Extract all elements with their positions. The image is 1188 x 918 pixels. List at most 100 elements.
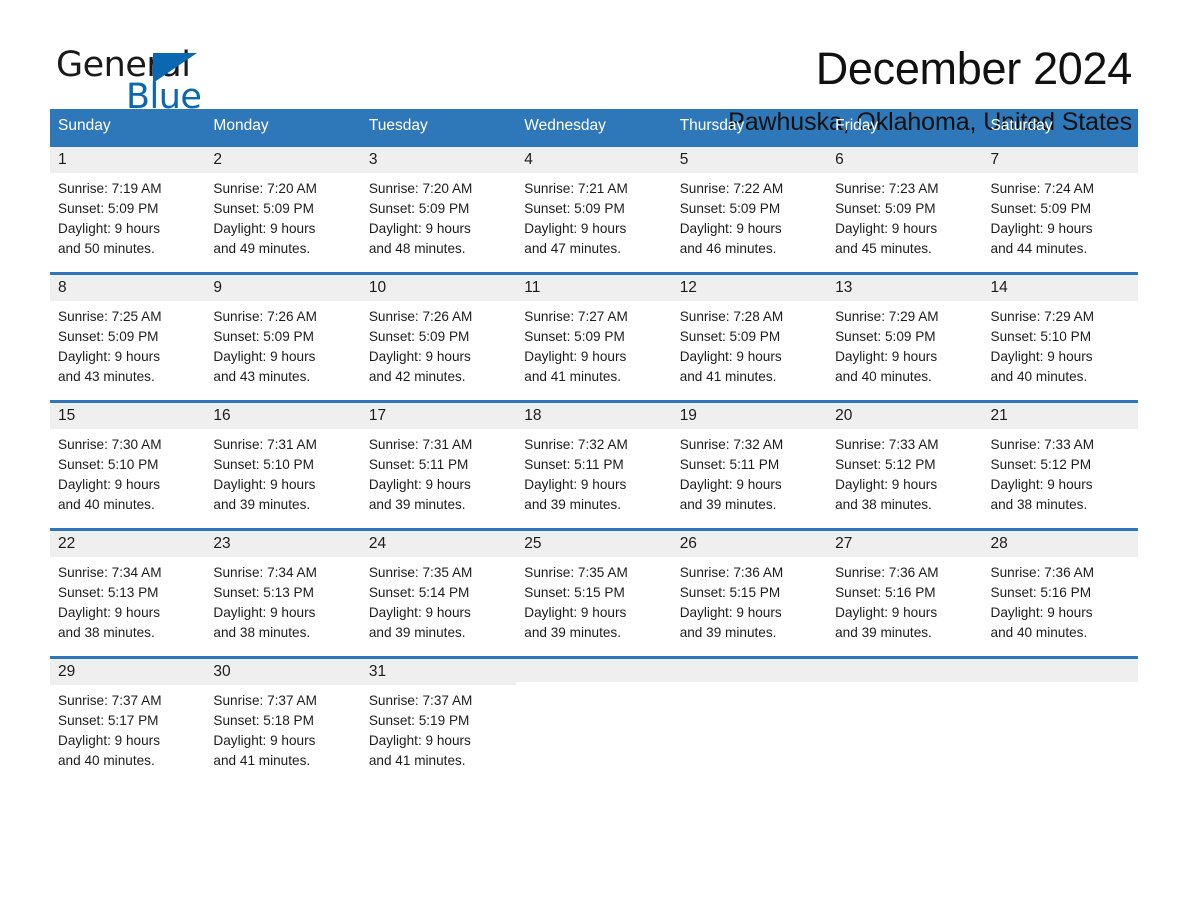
day-number: 2 <box>205 147 361 174</box>
day-cell-empty <box>516 656 672 784</box>
day-details: Sunrise: 7:30 AM Sunset: 5:10 PM Dayligh… <box>50 429 205 515</box>
day-details: Sunrise: 7:32 AM Sunset: 5:11 PM Dayligh… <box>516 429 671 515</box>
day-details: Sunrise: 7:34 AM Sunset: 5:13 PM Dayligh… <box>205 557 360 643</box>
day-cell[interactable]: 2 Sunrise: 7:20 AM Sunset: 5:09 PM Dayli… <box>205 144 361 274</box>
day-cell[interactable]: 7 Sunrise: 7:24 AM Sunset: 5:09 PM Dayli… <box>982 144 1138 274</box>
day-cell[interactable]: 1 Sunrise: 7:19 AM Sunset: 5:09 PM Dayli… <box>50 144 206 274</box>
daylight-text-line1: Daylight: 9 hours <box>835 221 938 237</box>
day-details: Sunrise: 7:31 AM Sunset: 5:11 PM Dayligh… <box>361 429 516 515</box>
day-details: Sunrise: 7:21 AM Sunset: 5:09 PM Dayligh… <box>516 173 671 259</box>
sunset-text: Sunset: 5:12 PM <box>990 457 1092 473</box>
daylight-text-line1: Daylight: 9 hours <box>58 349 161 365</box>
day-details: Sunrise: 7:35 AM Sunset: 5:14 PM Dayligh… <box>361 557 516 643</box>
sunset-text: Sunset: 5:10 PM <box>213 457 314 473</box>
day-cell[interactable]: 28 Sunrise: 7:36 AM Sunset: 5:16 PM Dayl… <box>982 528 1138 658</box>
day-cell[interactable]: 24 Sunrise: 7:35 AM Sunset: 5:14 PM Dayl… <box>360 528 517 658</box>
day-number: 21 <box>982 403 1138 430</box>
day-details: Sunrise: 7:22 AM Sunset: 5:09 PM Dayligh… <box>672 173 827 259</box>
day-cell[interactable]: 16 Sunrise: 7:31 AM Sunset: 5:10 PM Dayl… <box>205 400 361 530</box>
daylight-text-line1: Daylight: 9 hours <box>213 349 316 365</box>
day-cell[interactable]: 10 Sunrise: 7:26 AM Sunset: 5:09 PM Dayl… <box>360 272 517 402</box>
day-details: Sunrise: 7:29 AM Sunset: 5:10 PM Dayligh… <box>983 301 1138 387</box>
day-cell[interactable]: 22 Sunrise: 7:34 AM Sunset: 5:13 PM Dayl… <box>50 528 206 658</box>
day-details: Sunrise: 7:36 AM Sunset: 5:15 PM Dayligh… <box>672 557 827 643</box>
day-number: 28 <box>982 531 1138 558</box>
sunrise-text: Sunrise: 7:26 AM <box>368 309 473 325</box>
day-cell[interactable]: 14 Sunrise: 7:29 AM Sunset: 5:10 PM Dayl… <box>982 272 1138 402</box>
daylight-text-line1: Daylight: 9 hours <box>990 349 1093 365</box>
sunrise-text: Sunrise: 7:24 AM <box>990 181 1095 197</box>
daylight-text-line2: and 50 minutes. <box>58 241 155 257</box>
day-cell[interactable]: 30 Sunrise: 7:37 AM Sunset: 5:18 PM Dayl… <box>205 656 361 784</box>
sunset-text: Sunset: 5:09 PM <box>835 329 936 345</box>
calendar-body: 1 Sunrise: 7:19 AM Sunset: 5:09 PM Dayli… <box>50 144 1138 784</box>
daylight-text-line1: Daylight: 9 hours <box>213 733 316 749</box>
month-calendar-table: Sunday Monday Tuesday Wednesday Thursday… <box>50 109 1138 784</box>
daylight-text-line1: Daylight: 9 hours <box>990 477 1093 493</box>
day-cell[interactable]: 15 Sunrise: 7:30 AM Sunset: 5:10 PM Dayl… <box>50 400 206 530</box>
daylight-text-line1: Daylight: 9 hours <box>835 477 938 493</box>
sunrise-text: Sunrise: 7:29 AM <box>835 309 939 325</box>
day-cell[interactable]: 3 Sunrise: 7:20 AM Sunset: 5:09 PM Dayli… <box>360 144 517 274</box>
daylight-text-line2: and 38 minutes. <box>58 625 155 641</box>
sunset-text: Sunset: 5:09 PM <box>213 201 314 217</box>
sunset-text: Sunset: 5:10 PM <box>58 457 159 473</box>
day-cell[interactable]: 5 Sunrise: 7:22 AM Sunset: 5:09 PM Dayli… <box>671 144 828 274</box>
day-details: Sunrise: 7:26 AM Sunset: 5:09 PM Dayligh… <box>205 301 360 387</box>
day-details: Sunrise: 7:27 AM Sunset: 5:09 PM Dayligh… <box>516 301 671 387</box>
day-cell[interactable]: 31 Sunrise: 7:37 AM Sunset: 5:19 PM Dayl… <box>360 656 517 784</box>
sunrise-text: Sunrise: 7:37 AM <box>213 693 317 709</box>
daylight-text-line1: Daylight: 9 hours <box>213 605 316 621</box>
day-cell[interactable]: 11 Sunrise: 7:27 AM Sunset: 5:09 PM Dayl… <box>516 272 672 402</box>
sunset-text: Sunset: 5:13 PM <box>213 585 314 601</box>
daylight-text-line2: and 41 minutes. <box>213 753 311 769</box>
sunrise-text: Sunrise: 7:28 AM <box>679 309 784 325</box>
day-cell[interactable]: 17 Sunrise: 7:31 AM Sunset: 5:11 PM Dayl… <box>360 400 517 530</box>
day-details <box>672 682 827 688</box>
sunrise-text: Sunrise: 7:33 AM <box>835 437 939 453</box>
day-details <box>827 682 982 688</box>
day-number <box>982 659 1138 682</box>
day-cell[interactable]: 20 Sunrise: 7:33 AM Sunset: 5:12 PM Dayl… <box>827 400 983 530</box>
sunset-text: Sunset: 5:13 PM <box>58 585 159 601</box>
day-cell[interactable]: 29 Sunrise: 7:37 AM Sunset: 5:17 PM Dayl… <box>50 656 206 784</box>
day-cell[interactable]: 19 Sunrise: 7:32 AM Sunset: 5:11 PM Dayl… <box>671 400 828 530</box>
calendar-week-row: 8 Sunrise: 7:25 AM Sunset: 5:09 PM Dayli… <box>50 272 1138 402</box>
day-cell[interactable]: 27 Sunrise: 7:36 AM Sunset: 5:16 PM Dayl… <box>827 528 983 658</box>
day-cell[interactable]: 18 Sunrise: 7:32 AM Sunset: 5:11 PM Dayl… <box>516 400 672 530</box>
sunset-text: Sunset: 5:09 PM <box>213 329 314 345</box>
day-cell[interactable]: 25 Sunrise: 7:35 AM Sunset: 5:15 PM Dayl… <box>516 528 672 658</box>
daylight-text-line2: and 46 minutes. <box>679 241 777 257</box>
sunset-text: Sunset: 5:11 PM <box>524 457 624 473</box>
daylight-text-line2: and 38 minutes. <box>213 625 311 641</box>
day-cell[interactable]: 12 Sunrise: 7:28 AM Sunset: 5:09 PM Dayl… <box>671 272 828 402</box>
day-cell[interactable]: 6 Sunrise: 7:23 AM Sunset: 5:09 PM Dayli… <box>827 144 983 274</box>
day-cell[interactable]: 8 Sunrise: 7:25 AM Sunset: 5:09 PM Dayli… <box>50 272 206 402</box>
daylight-text-line1: Daylight: 9 hours <box>213 477 316 493</box>
day-number: 5 <box>671 147 828 174</box>
day-details: Sunrise: 7:36 AM Sunset: 5:16 PM Dayligh… <box>983 557 1138 643</box>
sunset-text: Sunset: 5:15 PM <box>524 585 625 601</box>
sunrise-text: Sunrise: 7:31 AM <box>213 437 317 453</box>
day-cell[interactable]: 26 Sunrise: 7:36 AM Sunset: 5:15 PM Dayl… <box>671 528 828 658</box>
day-cell[interactable]: 21 Sunrise: 7:33 AM Sunset: 5:12 PM Dayl… <box>982 400 1138 530</box>
daylight-text-line1: Daylight: 9 hours <box>990 605 1093 621</box>
day-number <box>827 659 983 682</box>
day-details: Sunrise: 7:29 AM Sunset: 5:09 PM Dayligh… <box>827 301 982 387</box>
day-cell[interactable]: 4 Sunrise: 7:21 AM Sunset: 5:09 PM Dayli… <box>516 144 672 274</box>
day-number: 7 <box>982 147 1138 174</box>
daylight-text-line2: and 39 minutes. <box>524 625 621 641</box>
daylight-text-line1: Daylight: 9 hours <box>835 349 938 365</box>
day-cell[interactable]: 23 Sunrise: 7:34 AM Sunset: 5:13 PM Dayl… <box>205 528 361 658</box>
sunset-text: Sunset: 5:09 PM <box>368 329 470 345</box>
sunset-text: Sunset: 5:17 PM <box>58 713 159 729</box>
day-number <box>671 659 828 682</box>
sunrise-text: Sunrise: 7:36 AM <box>990 565 1095 581</box>
calendar-week-row: 22 Sunrise: 7:34 AM Sunset: 5:13 PM Dayl… <box>50 528 1138 658</box>
sunset-text: Sunset: 5:12 PM <box>835 457 936 473</box>
day-number: 16 <box>205 403 361 430</box>
day-number: 18 <box>516 403 672 430</box>
day-cell[interactable]: 9 Sunrise: 7:26 AM Sunset: 5:09 PM Dayli… <box>205 272 361 402</box>
day-cell[interactable]: 13 Sunrise: 7:29 AM Sunset: 5:09 PM Dayl… <box>827 272 983 402</box>
sunset-text: Sunset: 5:18 PM <box>213 713 314 729</box>
